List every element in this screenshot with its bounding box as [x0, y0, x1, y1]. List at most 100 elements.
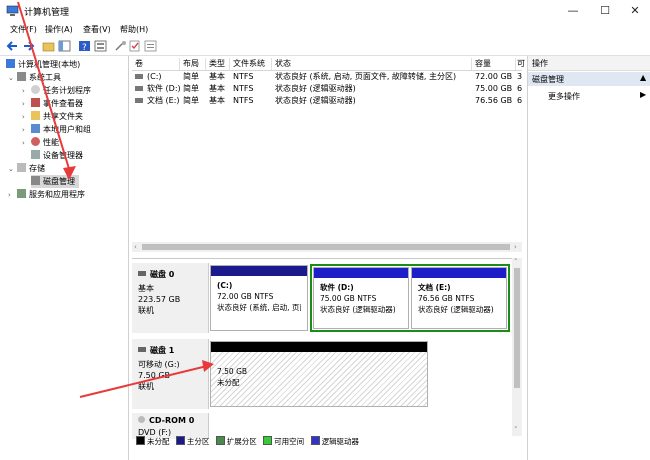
toolbar: ? — [0, 37, 650, 56]
disk-1-state: 联机 — [138, 382, 154, 391]
chevron-right-icon: ▶ — [640, 90, 647, 99]
back-icon[interactable] — [6, 40, 19, 52]
volume-icon — [135, 86, 143, 91]
cell-type: 基本 — [209, 84, 225, 93]
menu-view[interactable]: 查看(V) — [83, 24, 111, 35]
vertical-scrollbar[interactable]: ˄ ˅ — [512, 258, 522, 436]
tree-item-event-viewer[interactable]: › 事件查看器 — [22, 97, 83, 110]
tree-item-shared-folders[interactable]: › 共享文件夹 — [22, 110, 83, 123]
scrollbar-thumb[interactable] — [142, 244, 510, 250]
partition-status: 状态良好 (逻辑驱动器) — [320, 305, 396, 314]
cell-capacity: 76.56 GB — [475, 96, 513, 105]
tree-label-storage: 存储 — [29, 164, 45, 173]
scroll-up-icon[interactable]: ˄ — [514, 258, 518, 266]
list-view-icon[interactable] — [144, 40, 157, 52]
disk-1-kind: 可移动 (G:) — [138, 360, 180, 369]
disk-1-name: 磁盘 1 — [138, 345, 174, 356]
partition-bar — [211, 342, 427, 352]
chevron-right-icon[interactable]: › — [8, 189, 17, 202]
check-icon[interactable] — [128, 40, 141, 52]
scroll-left-icon[interactable]: ‹ — [134, 243, 137, 251]
actions-section-disk-management[interactable]: 磁盘管理 ▲ — [528, 72, 650, 86]
column-header-free[interactable]: 可 — [516, 58, 525, 70]
legend: 未分配 主分区 扩展分区 可用空间 逻辑驱动器 — [132, 436, 522, 448]
more-actions-label: 更多操作 — [548, 92, 580, 101]
column-header-capacity[interactable]: 容量 — [472, 58, 516, 70]
tree-label-device-manager: 设备管理器 — [43, 151, 83, 160]
tree-item-storage[interactable]: ⌄ 存储 — [8, 162, 45, 175]
title-bar: 计算机管理 — ☐ ✕ — [0, 0, 650, 22]
menu-bar: 文件(F) 操作(A) 查看(V) 帮助(H) — [0, 22, 650, 37]
tree-item-services[interactable]: › 服务和应用程序 — [8, 188, 85, 201]
help-icon[interactable]: ? — [78, 40, 91, 52]
connect-icon[interactable] — [114, 40, 127, 52]
tree-label-root: 计算机管理(本地) — [18, 60, 81, 69]
tree-item-task-scheduler[interactable]: › 任务计划程序 — [22, 84, 91, 97]
partition-e[interactable]: 文档 (E:) 76.56 GB NTFS 状态良好 (逻辑驱动器) — [411, 267, 507, 329]
horizontal-scrollbar[interactable]: ‹ › — [132, 242, 522, 252]
partition-title: 软件 (D:) — [320, 283, 354, 292]
volume-icon — [135, 74, 143, 79]
cell-capacity: 75.00 GB — [475, 84, 513, 93]
properties-icon[interactable] — [94, 40, 107, 52]
menu-file[interactable]: 文件(F) — [10, 24, 37, 35]
clock-icon — [31, 85, 40, 94]
scrollbar-thumb[interactable] — [514, 268, 520, 388]
tree-item-root[interactable]: 计算机管理(本地) — [6, 58, 80, 71]
column-header-type[interactable]: 类型 — [206, 58, 230, 70]
tree-item-local-users[interactable]: › 本地用户和组 — [22, 123, 91, 136]
folder-up-icon[interactable] — [42, 40, 55, 52]
partition-c[interactable]: (C:) 72.00 GB NTFS 状态良好 (系统, 启动, 页面 — [210, 265, 308, 331]
tree-item-performance[interactable]: › 性能 — [22, 136, 59, 149]
menu-help[interactable]: 帮助(H) — [120, 24, 148, 35]
tree-label-local-users: 本地用户和组 — [43, 125, 91, 134]
tree-label-disk-management: 磁盘管理 — [43, 177, 75, 186]
close-button[interactable]: ✕ — [620, 2, 650, 20]
partition-status: 未分配 — [217, 378, 240, 387]
table-row[interactable]: 软件 (D:) 简单 基本 NTFS 状态良好 (逻辑驱动器) 75.00 GB… — [132, 83, 522, 94]
unallocated-partition[interactable]: 7.50 GB 未分配 — [210, 341, 428, 407]
more-actions-item[interactable]: 更多操作 ▶ — [528, 89, 650, 103]
table-row[interactable]: 文档 (E:) 简单 基本 NTFS 状态良好 (逻辑驱动器) 76.56 GB… — [132, 95, 522, 106]
partition-bar — [412, 268, 506, 278]
tree-item-system-tools[interactable]: ⌄ 系统工具 — [8, 71, 61, 84]
computer-management-icon — [6, 5, 19, 16]
partition-size: 72.00 GB NTFS — [217, 292, 274, 301]
scroll-down-icon[interactable]: ˅ — [514, 426, 518, 434]
tree-label-system-tools: 系统工具 — [29, 73, 61, 82]
column-header-status[interactable]: 状态 — [272, 58, 472, 70]
column-header-layout[interactable]: 布局 — [180, 58, 206, 70]
cdrom-name: CD-ROM 0 — [138, 415, 194, 426]
disk-icon — [138, 271, 146, 276]
table-row[interactable]: (C:) 简单 基本 NTFS 状态良好 (系统, 启动, 页面文件, 故障转储… — [132, 71, 522, 82]
cell-filesystem: NTFS — [233, 84, 254, 93]
tree-label-shared-folders: 共享文件夹 — [43, 112, 83, 121]
tree-label-services: 服务和应用程序 — [29, 190, 85, 199]
chevron-right-icon[interactable]: › — [22, 137, 31, 150]
maximize-button[interactable]: ☐ — [590, 2, 620, 20]
chevron-down-icon[interactable]: ⌄ — [8, 72, 17, 85]
collapse-up-icon[interactable]: ▲ — [640, 73, 646, 82]
menu-action[interactable]: 操作(A) — [45, 24, 73, 35]
chevron-down-icon[interactable]: ⌄ — [8, 163, 17, 176]
legend-item-extended: 扩展分区 — [215, 436, 257, 446]
tree-item-disk-management[interactable]: 磁盘管理 — [31, 175, 79, 188]
cell-layout: 简单 — [183, 96, 199, 105]
users-icon — [31, 124, 40, 133]
column-header-volume[interactable]: 卷 — [132, 58, 180, 70]
disk-1-label[interactable]: 磁盘 1 可移动 (G:) 7.50 GB 联机 — [132, 339, 209, 409]
show-hide-tree-icon[interactable] — [58, 40, 71, 52]
svg-text:?: ? — [82, 43, 87, 52]
tree-item-device-manager[interactable]: 设备管理器 — [31, 149, 83, 162]
disk-0-kind: 基本 — [138, 284, 154, 293]
legend-item-logical: 逻辑驱动器 — [310, 436, 359, 446]
partition-d[interactable]: 软件 (D:) 75.00 GB NTFS 状态良好 (逻辑驱动器) — [313, 267, 409, 329]
minimize-button[interactable]: — — [558, 2, 588, 20]
forward-icon[interactable] — [22, 40, 35, 52]
scroll-right-icon[interactable]: › — [514, 243, 517, 251]
column-header-filesystem[interactable]: 文件系统 — [230, 58, 272, 70]
storage-icon — [17, 163, 26, 172]
disk-0-label[interactable]: 磁盘 0 基本 223.57 GB 联机 — [132, 263, 209, 333]
actions-section-label: 磁盘管理 — [532, 75, 564, 84]
cell-type: 基本 — [209, 96, 225, 105]
